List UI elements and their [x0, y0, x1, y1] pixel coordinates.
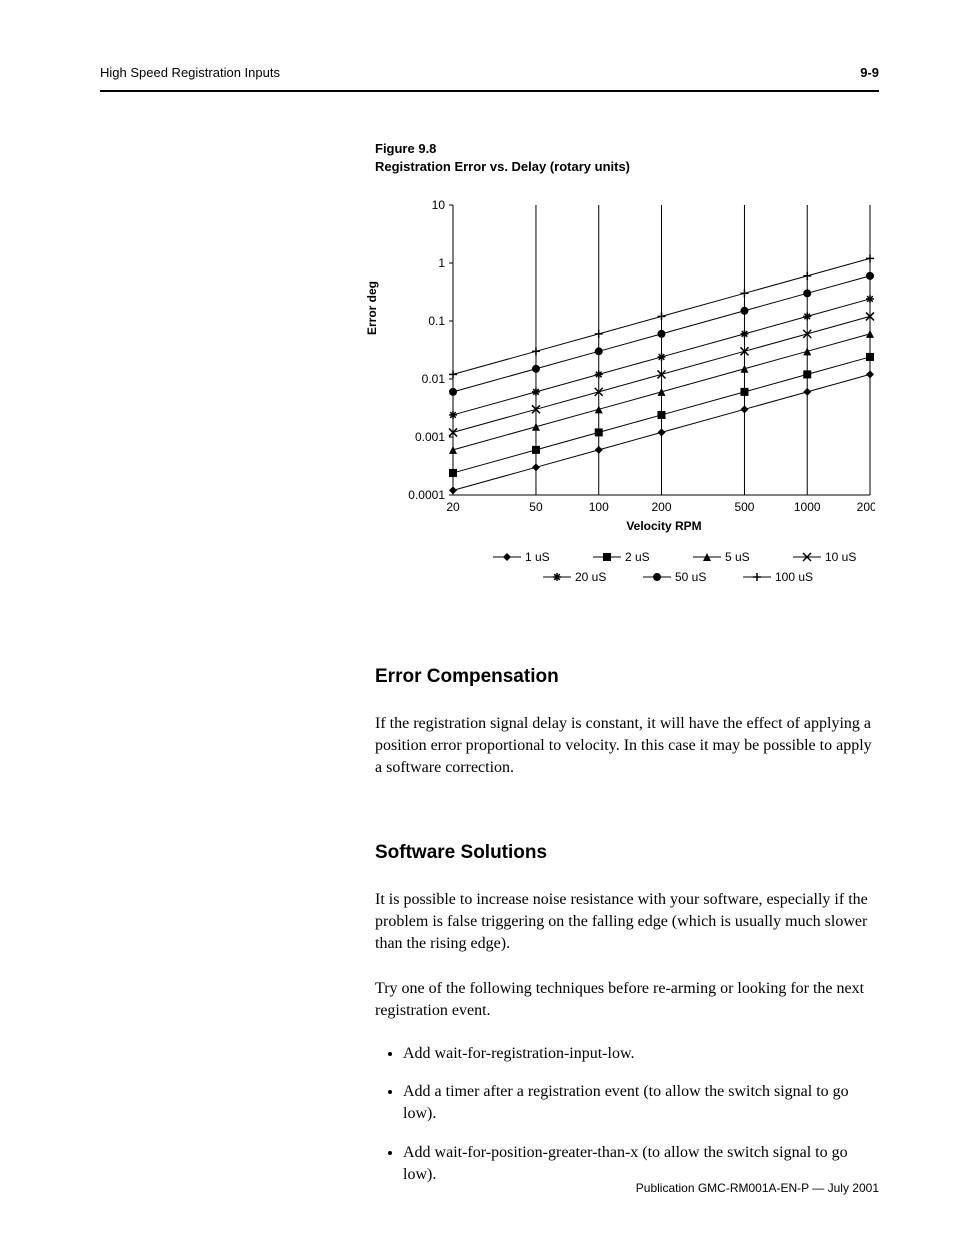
legend-label: 50 uS [675, 570, 706, 584]
legend-item: 20 uS [543, 570, 621, 584]
heading-error-compensation: Error Compensation [375, 664, 879, 691]
svg-text:10: 10 [432, 198, 446, 212]
legend-item: 5 uS [693, 550, 771, 564]
svg-text:0.01: 0.01 [422, 372, 446, 386]
list-item: Add wait-for-position-greater-than-x (to… [403, 1142, 879, 1187]
legend-item: 100 uS [743, 570, 821, 584]
publication-footer: Publication GMC-RM001A-EN-P — July 2001 [636, 1181, 879, 1195]
legend-label: 5 uS [725, 550, 750, 564]
svg-text:0.0001: 0.0001 [408, 488, 445, 502]
legend-label: 20 uS [575, 570, 606, 584]
header-page-number: 9-9 [860, 65, 879, 80]
legend-item: 1 uS [493, 550, 571, 564]
svg-text:50: 50 [529, 500, 543, 514]
figure-caption: Figure 9.8 Registration Error vs. Delay … [375, 140, 630, 175]
paragraph: Try one of the following techniques befo… [375, 978, 879, 1023]
svg-text:1000: 1000 [794, 500, 821, 514]
chart-ylabel: Error deg [365, 281, 379, 335]
legend-label: 100 uS [775, 570, 813, 584]
legend-label: 1 uS [525, 550, 550, 564]
svg-text:1: 1 [438, 256, 445, 270]
list-item: Add wait-for-registration-input-low. [403, 1043, 879, 1065]
svg-text:500: 500 [734, 500, 754, 514]
legend-item: 10 uS [793, 550, 871, 564]
legend-label: 2 uS [625, 550, 650, 564]
paragraph: If the registration signal delay is cons… [375, 713, 879, 780]
list-item: Add a timer after a registration event (… [403, 1081, 879, 1126]
paragraph: It is possible to increase noise resista… [375, 889, 879, 956]
svg-text:100: 100 [589, 500, 609, 514]
heading-software-solutions: Software Solutions [375, 840, 879, 867]
chart-xlabel: Velocity RPM [453, 519, 875, 533]
header-rule [100, 90, 879, 92]
svg-text:2000: 2000 [857, 500, 875, 514]
legend-item: 2 uS [593, 550, 671, 564]
chart-legend: 1 uS 2 uS 5 uS 10 uS 20 uS 50 uS 100 uS [470, 550, 894, 590]
svg-text:0.001: 0.001 [415, 430, 445, 444]
figure-number: Figure 9.8 [375, 140, 630, 158]
svg-text:200: 200 [651, 500, 671, 514]
techniques-list: Add wait-for-registration-input-low. Add … [375, 1043, 879, 1187]
svg-text:0.1: 0.1 [428, 314, 445, 328]
section-error-compensation: Error Compensation If the registration s… [375, 664, 879, 780]
section-software-solutions: Software Solutions It is possible to inc… [375, 840, 879, 1203]
svg-text:20: 20 [446, 500, 460, 514]
legend-label: 10 uS [825, 550, 856, 564]
header-title: High Speed Registration Inputs [100, 65, 280, 80]
figure-title: Registration Error vs. Delay (rotary uni… [375, 158, 630, 176]
legend-item: 50 uS [643, 570, 721, 584]
page-header: High Speed Registration Inputs 9-9 [100, 65, 879, 80]
